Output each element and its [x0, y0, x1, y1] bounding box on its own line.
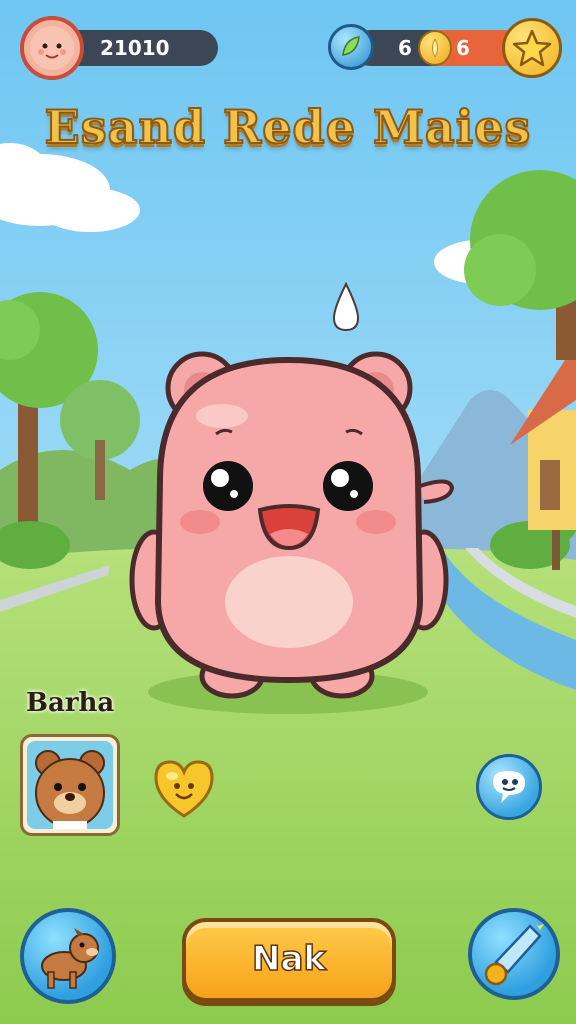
game-title: Esand Rede Maies [44, 99, 532, 155]
energy-value: 6 [398, 36, 412, 60]
pet-name-label: Barha [26, 688, 115, 718]
dog-icon [41, 928, 99, 989]
shop-button[interactable] [468, 908, 560, 1000]
friend-card[interactable] [20, 734, 120, 836]
star-icon [512, 29, 552, 67]
chat-button[interactable] [476, 754, 542, 820]
coin-value: 6 [456, 36, 470, 60]
score-value: 21010 [100, 36, 170, 60]
water-drop-icon [332, 281, 360, 332]
gold-coin-icon [432, 37, 438, 59]
chat-bubble-icon [493, 771, 525, 803]
energy-gem[interactable] [328, 24, 374, 70]
main-action-button[interactable]: Nak [182, 918, 396, 1002]
bear-friend-icon [27, 741, 113, 829]
player-avatar[interactable] [20, 16, 84, 80]
pig-face-avatar-icon [30, 26, 74, 70]
gold-coin [418, 30, 452, 66]
dog-button[interactable] [20, 908, 116, 1004]
leaf-gem-icon [342, 36, 360, 56]
star-button[interactable] [502, 18, 562, 78]
smiley-heart-icon [154, 760, 214, 818]
crystal-icon [484, 920, 544, 986]
heart-button[interactable] [150, 754, 218, 822]
pet-character[interactable] [120, 280, 460, 720]
